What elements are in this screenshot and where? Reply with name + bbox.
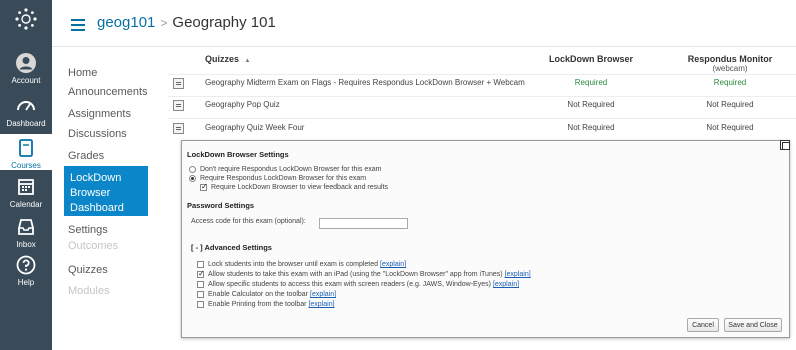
close-panel-icon[interactable] (780, 140, 790, 150)
quizzes-column-header[interactable]: Quizzes ▲ (205, 54, 250, 64)
advanced-option-label: Allow specific students to access this e… (208, 281, 491, 288)
save-and-close-button[interactable]: Save and Close (724, 318, 782, 332)
course-nav-discussions[interactable]: Discussions (68, 127, 152, 141)
hamburger-menu-icon[interactable] (71, 19, 85, 31)
advanced-option[interactable]: Enable Printing from the toolbar [explai… (197, 301, 335, 308)
nav-courses-label: Courses (11, 161, 41, 170)
breadcrumb: geog101 > Geography 101 (97, 14, 276, 31)
advanced-option-label: Enable Printing from the toolbar (208, 301, 307, 308)
nav-courses[interactable]: Courses (0, 134, 52, 170)
quiz-icon (173, 123, 184, 134)
monitor-status: Required (713, 78, 747, 87)
advanced-option[interactable]: Allow specific students to access this e… (197, 281, 519, 288)
dashboard-icon (17, 101, 35, 111)
nav-account-label: Account (11, 76, 41, 85)
course-nav-outcomes: Outcomes (68, 240, 119, 252)
monitor-status: Not Required (706, 100, 754, 109)
nav-help[interactable]: Help (0, 254, 52, 288)
course-nav-modules: Modules (68, 285, 110, 297)
page-header: geog101 > Geography 101 (52, 0, 796, 48)
quizzes-header-label: Quizzes (205, 54, 240, 64)
course-nav-grades[interactable]: Grades (68, 149, 152, 163)
explain-link[interactable]: [explain] (505, 271, 531, 278)
advanced-option[interactable]: Enable Calculator on the toolbar [explai… (197, 291, 336, 298)
nav-calendar-label: Calendar (9, 200, 43, 209)
lockdown-settings-heading: LockDown Browser Settings (187, 150, 289, 159)
header-divider (52, 46, 796, 47)
enable-calculator-checkbox[interactable] (197, 291, 204, 298)
monitor-column-header: Respondus Monitor (webcam) (664, 54, 796, 73)
course-nav-assignments[interactable]: Assignments (68, 107, 152, 121)
option-require[interactable]: Require Respondus LockDown Browser for t… (189, 175, 366, 182)
quiz-name: Geography Midterm Exam on Flags - Requir… (205, 78, 525, 87)
quiz-name: Geography Pop Quiz (205, 100, 280, 109)
course-nav-lockdown-browser-dashboard[interactable]: LockDown Browser Dashboard (64, 166, 148, 216)
advanced-settings-toggle[interactable]: [ - ] Advanced Settings (191, 243, 272, 252)
table-row[interactable]: Geography Quiz Week Four Not Required No… (168, 119, 796, 141)
require-radio[interactable] (189, 175, 196, 182)
breadcrumb-course-link[interactable]: geog101 (97, 14, 155, 31)
lockdown-status: Required (574, 78, 608, 87)
breadcrumb-separator: > (160, 16, 168, 30)
password-settings-heading: Password Settings (187, 201, 255, 210)
nav-inbox-label: Inbox (16, 240, 36, 249)
account-icon (16, 53, 36, 73)
option-dont-require[interactable]: Don't require Respondus LockDown Browser… (189, 166, 381, 173)
nav-dashboard[interactable]: Dashboard (0, 95, 52, 129)
nav-help-label: Help (17, 278, 35, 287)
sort-ascending-icon: ▲ (244, 58, 251, 64)
nav-account[interactable]: Account (0, 52, 52, 86)
global-nav: Account Dashboard Courses Calendar Inbox… (0, 0, 52, 350)
table-row[interactable]: Geography Midterm Exam on Flags - Requir… (168, 74, 796, 96)
quiz-icon (173, 100, 184, 111)
advanced-option-label: Lock students into the browser until exa… (208, 261, 379, 268)
require-feedback-label: Require LockDown Browser to view feedbac… (211, 184, 389, 191)
quiz-icon (173, 78, 184, 89)
course-nav-home[interactable]: Home (68, 66, 152, 80)
course-nav-settings[interactable]: Settings (68, 223, 152, 237)
lockdown-status: Not Required (567, 100, 615, 109)
explain-link[interactable]: [explain] (380, 261, 406, 268)
lockdown-status: Not Required (567, 123, 615, 132)
advanced-option-label: Enable Calculator on the toolbar (208, 291, 309, 298)
help-icon (16, 255, 36, 275)
nav-dashboard-label: Dashboard (6, 119, 46, 128)
allow-ipad-checkbox[interactable] (197, 269, 205, 278)
dont-require-label: Don't require Respondus LockDown Browser… (200, 166, 382, 173)
dont-require-radio[interactable] (189, 166, 196, 173)
lockdown-settings-panel: LockDown Browser Settings Don't require … (181, 140, 790, 338)
course-nav-announcements[interactable]: Announcements (68, 85, 152, 99)
courses-book-icon (19, 139, 33, 157)
monitor-header-label: Respondus Monitor (687, 54, 773, 64)
require-feedback-checkbox[interactable] (200, 182, 208, 191)
advanced-option-label: Allow students to take this exam with an… (208, 271, 503, 278)
lock-students-checkbox[interactable] (197, 261, 204, 268)
inbox-icon (18, 219, 34, 235)
lockdown-column-header: LockDown Browser (548, 54, 633, 64)
access-code-label: Access code for this exam (optional): (191, 218, 306, 225)
calendar-icon (18, 179, 34, 195)
screen-readers-checkbox[interactable] (197, 281, 204, 288)
cancel-button[interactable]: Cancel (687, 318, 719, 332)
nav-inbox[interactable]: Inbox (0, 216, 52, 250)
advanced-option[interactable]: Lock students into the browser until exa… (197, 261, 406, 268)
enable-printing-checkbox[interactable] (197, 301, 204, 308)
course-nav-quizzes[interactable]: Quizzes (68, 263, 152, 277)
quiz-name: Geography Quiz Week Four (205, 123, 305, 132)
explain-link[interactable]: [explain] (493, 281, 519, 288)
access-code-input[interactable] (319, 218, 408, 229)
explain-link[interactable]: [explain] (308, 301, 334, 308)
monitor-status: Not Required (706, 123, 754, 132)
table-row[interactable]: Geography Pop Quiz Not Required Not Requ… (168, 96, 796, 118)
option-require-feedback[interactable]: Require LockDown Browser to view feedbac… (200, 182, 389, 191)
require-label: Require Respondus LockDown Browser for t… (200, 175, 367, 182)
advanced-option[interactable]: Allow students to take this exam with an… (197, 269, 531, 278)
explain-link[interactable]: [explain] (310, 291, 336, 298)
canvas-logo-icon[interactable] (14, 7, 38, 31)
breadcrumb-page-title: Geography 101 (172, 14, 276, 31)
nav-calendar[interactable]: Calendar (0, 176, 52, 210)
monitor-header-sublabel: (webcam) (712, 64, 748, 73)
